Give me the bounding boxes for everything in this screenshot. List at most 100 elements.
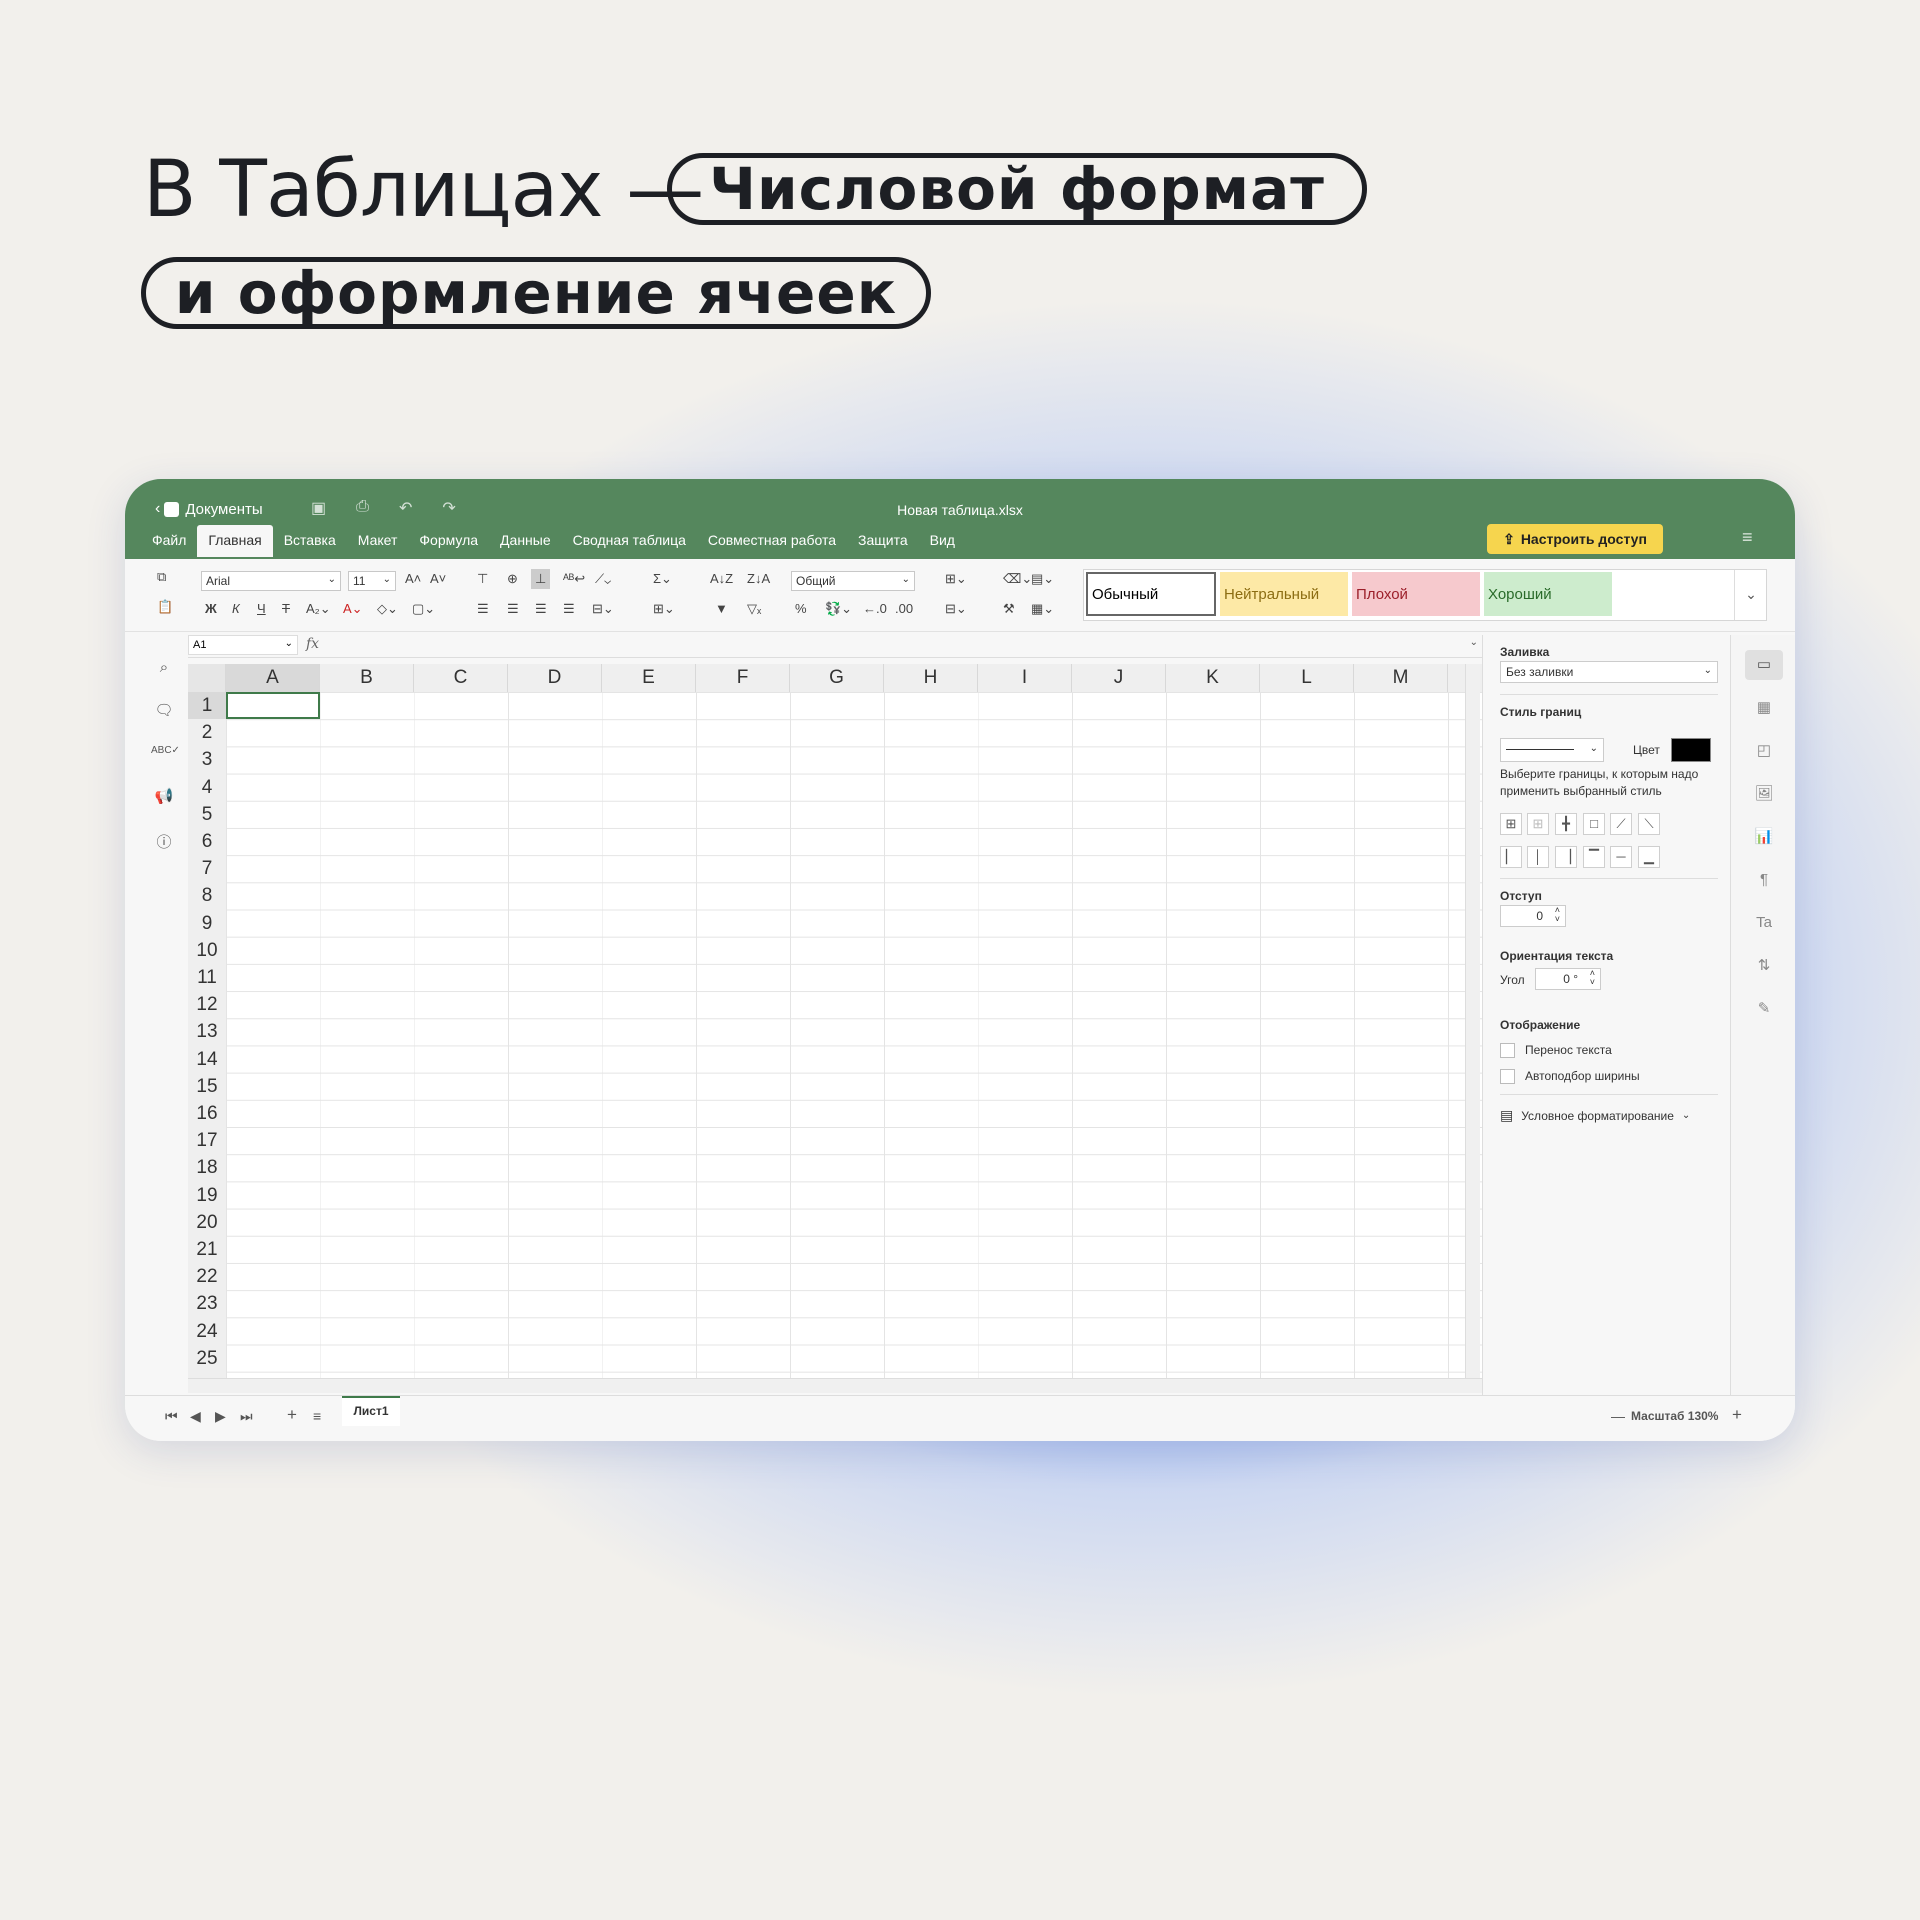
right-border-icon[interactable]: ▕ bbox=[1555, 846, 1577, 868]
indent-stepper[interactable]: 0 ˄ ˅ bbox=[1500, 905, 1566, 927]
insert-cells-icon[interactable]: ⊞⌄ bbox=[945, 571, 967, 587]
align-middle-icon[interactable]: ⊕ bbox=[507, 571, 518, 587]
border-color-swatch[interactable] bbox=[1671, 738, 1711, 762]
top-border-icon[interactable]: ▔ bbox=[1583, 846, 1605, 868]
insert-function-icon[interactable]: ⊞⌄ bbox=[653, 601, 675, 617]
row-header[interactable]: 1 bbox=[188, 692, 226, 719]
inner-borders-icon[interactable]: ⊞ bbox=[1527, 813, 1549, 835]
column-header[interactable]: A bbox=[226, 664, 320, 692]
chart-settings-icon[interactable]: 📊 bbox=[1745, 822, 1783, 852]
menu-protection[interactable]: Защита bbox=[847, 525, 919, 557]
decrease-font-icon[interactable]: A˅ bbox=[430, 571, 446, 586]
prev-sheet-icon[interactable]: ◀ bbox=[190, 1408, 201, 1425]
sort-ascending-icon[interactable]: A↓Z bbox=[710, 571, 733, 586]
format-as-table-icon[interactable]: ▦⌄ bbox=[1031, 601, 1054, 617]
menu-file[interactable]: Файл bbox=[141, 525, 197, 557]
cell-settings-icon[interactable]: ▭ bbox=[1745, 650, 1783, 680]
row-header[interactable]: 10 bbox=[188, 937, 226, 964]
number-format-select[interactable]: Общий ⌄ bbox=[791, 571, 915, 591]
fill-select[interactable]: Без заливки ⌄ bbox=[1500, 661, 1718, 683]
row-header[interactable]: 17 bbox=[188, 1127, 226, 1154]
column-header[interactable]: B bbox=[320, 664, 414, 692]
text-orientation-icon[interactable]: ⟋⌄ bbox=[595, 571, 611, 587]
column-header[interactable]: D bbox=[508, 664, 602, 692]
menu-insert[interactable]: Вставка bbox=[273, 525, 347, 557]
expand-formula-chevron-icon[interactable]: ⌄ bbox=[1470, 637, 1478, 648]
horizontal-inner-border-icon[interactable]: ─ bbox=[1610, 846, 1632, 868]
filter-icon[interactable]: ▼ bbox=[715, 601, 728, 616]
row-header[interactable]: 2 bbox=[188, 719, 226, 746]
italic-button[interactable]: К bbox=[232, 601, 240, 616]
zoom-in-icon[interactable]: + bbox=[1732, 1405, 1742, 1425]
delete-cells-icon[interactable]: ⊟⌄ bbox=[945, 601, 967, 617]
font-size-select[interactable]: 11 ⌄ bbox=[348, 571, 396, 591]
row-header[interactable]: 11 bbox=[188, 964, 226, 991]
shape-settings-icon[interactable]: ◰ bbox=[1745, 736, 1783, 766]
row-header[interactable]: 25 bbox=[188, 1345, 226, 1372]
horizontal-scrollbar[interactable] bbox=[188, 1378, 1482, 1393]
row-header[interactable]: 6 bbox=[188, 828, 226, 855]
column-header[interactable]: H bbox=[884, 664, 978, 692]
pivot-settings-icon[interactable]: ⇅ bbox=[1745, 951, 1783, 981]
zoom-out-icon[interactable]: — bbox=[1611, 1408, 1625, 1424]
paste-icon[interactable]: 📋 bbox=[157, 599, 173, 615]
copy-icon[interactable]: ⧉ bbox=[157, 569, 166, 585]
clear-icon[interactable]: ⌫⌄ bbox=[1003, 571, 1032, 587]
autofit-checkbox[interactable] bbox=[1500, 1069, 1515, 1084]
align-right-icon[interactable]: ☰ bbox=[535, 601, 547, 617]
align-left-icon[interactable]: ☰ bbox=[477, 601, 489, 617]
row-header[interactable]: 8 bbox=[188, 882, 226, 909]
align-bottom-icon[interactable]: ⊥ bbox=[531, 569, 551, 589]
column-header[interactable]: F bbox=[696, 664, 790, 692]
menu-layout[interactable]: Макет bbox=[347, 525, 409, 557]
vertical-scrollbar[interactable] bbox=[1465, 664, 1480, 1384]
row-header[interactable]: 23 bbox=[188, 1290, 226, 1317]
last-sheet-icon[interactable]: ⏭ bbox=[240, 1408, 253, 1425]
currency-format-icon[interactable]: 💱⌄ bbox=[825, 601, 852, 617]
row-header[interactable]: 4 bbox=[188, 774, 226, 801]
search-icon[interactable]: ⌕ bbox=[151, 659, 177, 676]
menu-view[interactable]: Вид bbox=[919, 525, 966, 557]
row-header[interactable]: 18 bbox=[188, 1154, 226, 1181]
select-all-corner[interactable] bbox=[188, 664, 226, 692]
increase-decimal-icon[interactable]: .00 bbox=[895, 601, 913, 616]
cell-style-normal[interactable]: Обычный bbox=[1086, 572, 1216, 616]
vertical-inner-border-icon[interactable]: │ bbox=[1527, 846, 1549, 868]
name-box[interactable]: A1 ⌄ bbox=[188, 635, 298, 655]
menu-formula[interactable]: Формула bbox=[408, 525, 489, 557]
info-icon[interactable]: ⓘ bbox=[151, 831, 177, 852]
percent-icon[interactable]: % bbox=[795, 601, 807, 616]
decrease-decimal-icon[interactable]: ←.0 bbox=[863, 601, 887, 616]
font-color-icon[interactable]: A⌄ bbox=[343, 601, 363, 617]
font-name-select[interactable]: Arial ⌄ bbox=[201, 571, 341, 591]
row-header[interactable]: 9 bbox=[188, 910, 226, 937]
all-borders-icon[interactable]: ⊞ bbox=[1500, 813, 1522, 835]
add-sheet-icon[interactable]: + bbox=[287, 1405, 297, 1425]
row-header[interactable]: 3 bbox=[188, 746, 226, 773]
increase-font-icon[interactable]: A˄ bbox=[405, 571, 421, 586]
bold-button[interactable]: Ж bbox=[205, 601, 217, 616]
subscript-icon[interactable]: A₂⌄ bbox=[306, 601, 331, 617]
table-settings-icon[interactable]: ▦ bbox=[1745, 693, 1783, 723]
first-sheet-icon[interactable]: ⏮ bbox=[165, 1408, 178, 1425]
strikethrough-button[interactable]: Т bbox=[282, 601, 290, 616]
column-header[interactable]: G bbox=[790, 664, 884, 692]
align-center-icon[interactable]: ☰ bbox=[507, 601, 519, 617]
column-header[interactable]: M bbox=[1354, 664, 1448, 692]
column-header[interactable]: E bbox=[602, 664, 696, 692]
row-header[interactable]: 20 bbox=[188, 1209, 226, 1236]
row-header[interactable]: 12 bbox=[188, 991, 226, 1018]
row-header[interactable]: 22 bbox=[188, 1263, 226, 1290]
sheet-list-icon[interactable]: ≡ bbox=[313, 1408, 321, 1424]
outer-borders-icon[interactable]: □ bbox=[1583, 813, 1605, 835]
wrap-text-icon[interactable]: ᴬᴮ↩ bbox=[563, 571, 585, 587]
menu-data[interactable]: Данные bbox=[489, 525, 562, 557]
hamburger-menu-icon[interactable]: ≡ bbox=[1742, 527, 1753, 548]
sheet-tab-1[interactable]: Лист1 bbox=[342, 1396, 400, 1426]
format-painter-icon[interactable]: ⚒ bbox=[1003, 601, 1015, 617]
column-header[interactable]: I bbox=[978, 664, 1072, 692]
menu-pivot[interactable]: Сводная таблица bbox=[562, 525, 697, 557]
align-top-icon[interactable]: ⊤ bbox=[477, 571, 488, 587]
menu-home[interactable]: Главная bbox=[197, 525, 273, 557]
autosum-icon[interactable]: Σ⌄ bbox=[653, 571, 672, 587]
